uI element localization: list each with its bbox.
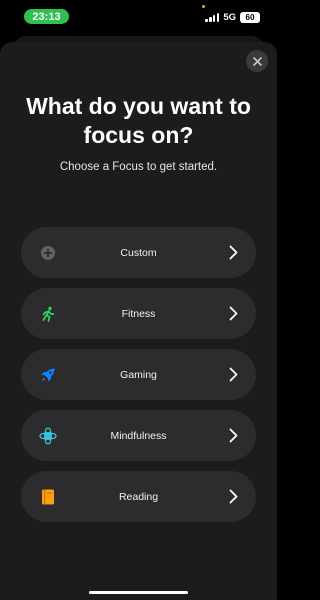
focus-option-mindfulness[interactable]: Mindfulness xyxy=(21,410,256,461)
chevron-right-icon xyxy=(229,306,238,321)
focus-option-label: Mindfulness xyxy=(110,429,167,442)
chevron-right-icon xyxy=(229,367,238,382)
focus-option-reading[interactable]: Reading xyxy=(21,471,256,522)
battery-level: 60 xyxy=(245,12,255,22)
status-icons: 5G 60 xyxy=(205,10,260,24)
home-indicator[interactable] xyxy=(89,591,188,594)
clock-time: 23:13 xyxy=(32,10,61,23)
page-title: What do you want to focus on? xyxy=(26,93,251,148)
battery-icon: 60 xyxy=(240,11,260,23)
signal-strength-icon xyxy=(205,12,220,22)
chevron-right-icon xyxy=(229,245,238,260)
focus-option-gaming[interactable]: Gaming xyxy=(21,349,256,400)
close-icon xyxy=(252,56,262,66)
focus-option-label: Gaming xyxy=(120,368,157,381)
focus-option-custom[interactable]: Custom xyxy=(21,227,256,278)
page-subtitle: Choose a Focus to get started. xyxy=(59,161,218,173)
status-bar: 23:13 5G 60 xyxy=(0,0,277,34)
time-pill[interactable]: 23:13 xyxy=(24,9,69,24)
focus-option-label: Custom xyxy=(120,246,157,259)
network-type: 5G xyxy=(223,11,236,23)
chevron-right-icon xyxy=(229,489,238,504)
close-button[interactable] xyxy=(246,50,268,72)
focus-option-label: Fitness xyxy=(121,307,156,320)
privacy-indicator-dot xyxy=(202,5,205,8)
focus-option-fitness[interactable]: Fitness xyxy=(21,288,256,339)
chevron-right-icon xyxy=(229,428,238,443)
focus-option-label: Reading xyxy=(118,490,159,503)
